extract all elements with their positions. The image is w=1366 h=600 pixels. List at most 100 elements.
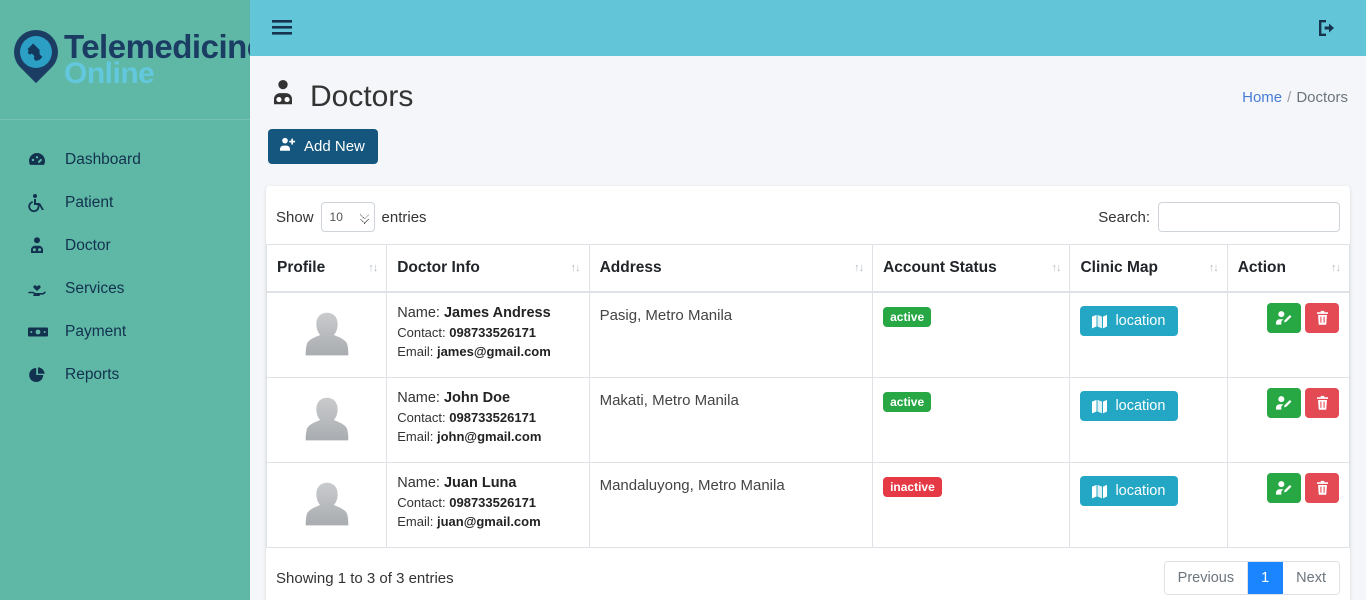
- cell-profile: [265, 292, 388, 378]
- delete-doctor-button[interactable]: [1305, 303, 1339, 333]
- sidebar-item-payment[interactable]: Payment: [0, 310, 250, 353]
- name-label: Name:: [397, 475, 440, 491]
- trash-icon: [1316, 310, 1328, 325]
- column-header-action[interactable]: Action ↑↓: [1227, 244, 1351, 293]
- doctors-table: Profile ↑↓ Doctor Info ↑↓ Address ↑↓ Acc…: [265, 244, 1351, 548]
- location-label: location: [1115, 313, 1166, 329]
- edit-doctor-button[interactable]: [1267, 473, 1301, 503]
- cell-action: [1227, 292, 1351, 378]
- cell-profile: [265, 377, 388, 463]
- doctor-email-line: Email: juan@gmail.com: [397, 513, 578, 532]
- doctor-email: john@gmail.com: [436, 428, 542, 444]
- name-label: Name:: [397, 390, 440, 406]
- speedometer-icon: [27, 150, 53, 170]
- cell-doctor-info: Name: Juan Luna Contact: 098733526171 Em…: [386, 462, 590, 548]
- contact-label: Contact:: [397, 410, 446, 426]
- map-icon: [1092, 314, 1108, 328]
- breadcrumb-separator: /: [1287, 88, 1292, 106]
- table-row: Name: James Andress Contact: 09873352617…: [265, 292, 1351, 378]
- doctor-contact-line: Contact: 098733526171: [397, 494, 578, 513]
- datatable-card: Show 10 25 50 100 entries Search:: [265, 186, 1351, 600]
- user-avatar-placeholder-icon: [305, 482, 348, 526]
- cell-address: Pasig, Metro Manila: [589, 292, 874, 378]
- topbar: [250, 0, 1366, 56]
- doctor-contact-line: Contact: 098733526171: [397, 409, 578, 428]
- location-button[interactable]: location: [1080, 306, 1179, 336]
- doctor-email: juan@gmail.com: [436, 513, 541, 529]
- cell-clinic-map: location: [1069, 462, 1228, 548]
- pagination-previous[interactable]: Previous: [1164, 562, 1249, 594]
- add-new-button[interactable]: Add New: [268, 129, 378, 164]
- doctor-address: Pasig, Metro Manila: [599, 307, 733, 324]
- email-label: Email:: [397, 513, 434, 529]
- doctor-name: John Doe: [443, 390, 511, 406]
- pagination-next[interactable]: Next: [1283, 562, 1339, 594]
- table-row: Name: Juan Luna Contact: 098733526171 Em…: [265, 462, 1351, 548]
- sidebar-item-services[interactable]: Services: [0, 267, 250, 310]
- search-label: Search:: [1098, 208, 1150, 226]
- location-button[interactable]: location: [1080, 476, 1179, 506]
- main-area: Doctors Home / Doctors Add New Show 10 e…: [250, 0, 1366, 600]
- contact-label: Contact:: [397, 325, 446, 341]
- user-avatar-placeholder-icon: [305, 397, 348, 441]
- page-header: Doctors Home / Doctors: [266, 56, 1350, 116]
- edit-doctor-button[interactable]: [1267, 388, 1301, 418]
- doctor-contact: 098733526171: [449, 410, 537, 426]
- cell-clinic-map: location: [1069, 377, 1228, 463]
- status-badge: active: [883, 392, 932, 413]
- sidebar-item-label: Doctor: [65, 236, 111, 254]
- user-edit-icon: [1276, 311, 1292, 325]
- column-header-clinic-map[interactable]: Clinic Map ↑↓: [1069, 244, 1228, 293]
- hand-heart-icon: [27, 279, 53, 299]
- sidebar-item-patient[interactable]: Patient: [0, 181, 250, 224]
- showing-entries-text: Showing 1 to 3 of 3 entries: [276, 569, 454, 587]
- column-label: Profile: [277, 259, 326, 276]
- doctor-contact: 098733526171: [449, 325, 537, 341]
- search-input[interactable]: [1158, 202, 1340, 232]
- map-pin-stethoscope-icon: [4, 20, 68, 96]
- table-row: Name: John Doe Contact: 098733526171 Ema…: [265, 377, 1351, 463]
- location-button[interactable]: location: [1080, 391, 1179, 421]
- app-root: Telemedicine Online Dashboard Patient Do…: [0, 0, 1366, 600]
- cell-account-status: active: [872, 377, 1071, 463]
- contact-label: Contact:: [397, 495, 446, 511]
- breadcrumb: Home / Doctors: [1242, 89, 1348, 106]
- doctor-name-line: Name: John Doe: [397, 388, 578, 409]
- column-header-address[interactable]: Address ↑↓: [589, 244, 874, 293]
- sidebar-item-label: Patient: [65, 193, 114, 211]
- brand-logo-block[interactable]: Telemedicine Online: [0, 0, 265, 120]
- hamburger-menu-icon[interactable]: [272, 19, 294, 37]
- cell-action: [1227, 377, 1351, 463]
- user-edit-icon: [1276, 481, 1292, 495]
- doctor-name-line: Name: James Andress: [397, 303, 578, 324]
- edit-doctor-button[interactable]: [1267, 303, 1301, 333]
- cell-address: Mandaluyong, Metro Manila: [589, 462, 874, 548]
- sort-icon: ↑↓: [1051, 262, 1061, 274]
- page-length-select[interactable]: 10 25 50 100: [320, 202, 375, 232]
- column-label: Doctor Info: [397, 259, 480, 276]
- pagination-page-1[interactable]: 1: [1248, 562, 1284, 594]
- show-label: Show: [276, 208, 314, 226]
- status-badge: active: [883, 307, 932, 328]
- breadcrumb-home[interactable]: Home: [1242, 89, 1282, 106]
- sidebar-item-reports[interactable]: Reports: [0, 353, 250, 396]
- show-entries-control: Show 10 25 50 100 entries: [276, 202, 427, 232]
- column-header-doctor-info[interactable]: Doctor Info ↑↓: [386, 244, 590, 293]
- name-label: Name:: [397, 305, 440, 321]
- delete-doctor-button[interactable]: [1305, 473, 1339, 503]
- logout-icon[interactable]: [1316, 18, 1338, 38]
- trash-icon: [1316, 395, 1328, 410]
- money-bill-icon: [27, 322, 53, 342]
- page-title: Doctors: [268, 78, 413, 116]
- email-label: Email:: [397, 428, 434, 444]
- sort-icon: ↑↓: [368, 262, 378, 274]
- column-header-profile[interactable]: Profile ↑↓: [265, 244, 388, 293]
- delete-doctor-button[interactable]: [1305, 388, 1339, 418]
- sidebar-item-doctor[interactable]: Doctor: [0, 224, 250, 267]
- datatable-controls: Show 10 25 50 100 entries Search:: [266, 186, 1350, 244]
- column-label: Action: [1237, 259, 1286, 276]
- content: Doctors Home / Doctors Add New Show 10 e…: [250, 56, 1366, 600]
- location-label: location: [1115, 483, 1166, 499]
- sidebar-item-dashboard[interactable]: Dashboard: [0, 138, 250, 181]
- column-header-account-status[interactable]: Account Status ↑↓: [872, 244, 1071, 293]
